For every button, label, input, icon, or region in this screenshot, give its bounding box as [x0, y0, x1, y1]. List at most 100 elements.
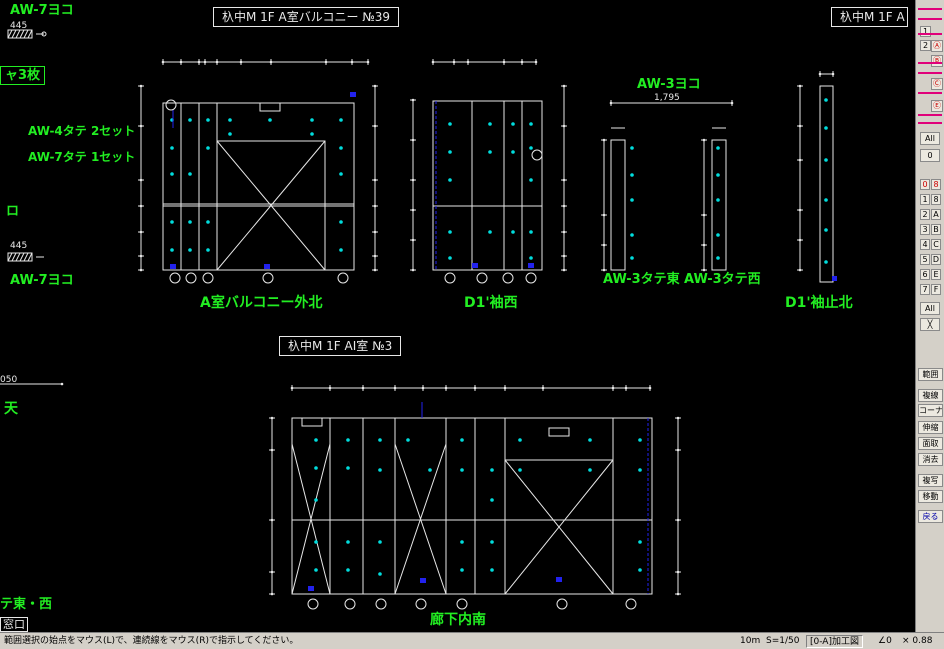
toolbar-layer-e[interactable]: E: [931, 269, 941, 280]
dimension-tick: [139, 178, 143, 182]
dimension-tick: [466, 60, 470, 64]
toolbar-btn-double-line[interactable]: 複線: [918, 389, 943, 402]
grid-marker-circle: [375, 598, 387, 610]
toolbar-layer-f[interactable]: F: [931, 284, 941, 295]
label-aw7tate: AW-7タテ 1セット: [28, 150, 136, 164]
label-aw7yoko-top: AW-7ヨコ: [10, 3, 74, 18]
anchor-point: [518, 468, 522, 472]
toolbar-layer-4[interactable]: 4: [920, 239, 930, 250]
anchor-point: [630, 256, 634, 260]
toolbar-layer-a[interactable]: A: [931, 209, 941, 220]
dimension-tick: [270, 570, 274, 574]
hatch: [7, 29, 13, 39]
dimension-tick: [648, 386, 652, 390]
dimension-tick: [324, 60, 328, 64]
caption-aw3-west: AW-3タテ西: [684, 272, 761, 287]
anchor-point: [448, 150, 452, 154]
anchor-point: [529, 178, 533, 182]
toolbar-separator: [918, 92, 942, 94]
dimension-tick: [676, 570, 680, 574]
dimension-tick: [473, 386, 477, 390]
toolbar-btn-zero[interactable]: 0: [920, 149, 940, 162]
dimension-tick: [562, 124, 566, 128]
label-aw4tate: AW-4タテ 2セット: [28, 124, 136, 138]
anchor-point: [488, 150, 492, 154]
toolbar-btn-range[interactable]: 範囲: [918, 368, 943, 381]
anchor-point: [206, 248, 210, 252]
toolbar-btn-circle-e[interactable]: Ⓔ: [931, 100, 943, 112]
title-right-sheet: 杁中M 1F A: [831, 7, 908, 27]
toolbar-btn-circle-c[interactable]: Ⓒ: [931, 78, 943, 90]
dimension-tick: [411, 268, 415, 272]
dimension-tick: [602, 268, 606, 272]
toolbar-btn-copy[interactable]: 複写: [918, 474, 943, 487]
toolbar-btn-move[interactable]: 移動: [918, 490, 943, 503]
toolbar-layer-2[interactable]: 2: [920, 209, 930, 220]
toolbar-btn-corner[interactable]: コーナー: [918, 404, 943, 417]
dimension-tick: [328, 386, 332, 390]
grid-marker-circle: [444, 272, 456, 284]
dimension-tick: [411, 178, 415, 182]
status-scale: S=1/50: [766, 636, 800, 646]
grid-marker-circle: [262, 272, 274, 284]
anchor-point: [630, 146, 634, 150]
toolbar-btn-close-layers[interactable]: ╳: [920, 318, 940, 331]
dimension-tick: [393, 386, 397, 390]
toolbar-btn-circle-b[interactable]: Ⓑ: [931, 55, 943, 67]
dimension-tick: [831, 72, 835, 76]
toolbar-layer-8b[interactable]: 8: [931, 194, 941, 205]
caption-corridor-south: 廊下内南: [430, 612, 486, 628]
toolbar-layer-6[interactable]: 6: [920, 269, 930, 280]
toolbar-layer-7[interactable]: 7: [920, 284, 930, 295]
blue-anchor: [556, 577, 562, 582]
anchor-point: [518, 438, 522, 442]
anchor-point: [716, 233, 720, 237]
anchor-point: [406, 438, 410, 442]
toolbar-btn-all-layers[interactable]: All: [920, 302, 940, 315]
anchor-point: [314, 568, 318, 572]
hatch: [27, 252, 33, 262]
dimension-tick: [350, 60, 354, 64]
toolbar-btn-all-top[interactable]: All: [920, 132, 940, 145]
toolbar-layer-0[interactable]: 0: [920, 179, 930, 190]
dimension-tick: [702, 243, 706, 247]
status-layer[interactable]: [0-A]加工図: [806, 635, 863, 648]
anchor-point: [188, 248, 192, 252]
toolbar-layer-b[interactable]: B: [931, 224, 941, 235]
toolbar-btn-2[interactable]: 2: [920, 40, 931, 51]
caption-d1-north: D1'袖止北: [785, 295, 853, 311]
toolbar-layer-1[interactable]: 1: [920, 194, 930, 205]
toolbar-layer-c[interactable]: C: [931, 239, 941, 250]
dimension-tick: [562, 84, 566, 88]
blue-anchor: [350, 92, 356, 97]
grid-marker-circle: [531, 149, 543, 161]
anchor-point: [490, 468, 494, 472]
anchor-point: [268, 118, 272, 122]
toolbar-layer-5[interactable]: 5: [920, 254, 930, 265]
toolbar-btn-1[interactable]: 1: [920, 26, 931, 37]
anchor-point: [206, 220, 210, 224]
dimension-tick: [503, 386, 507, 390]
toolbar-btn-stretch[interactable]: 伸縮: [918, 421, 943, 434]
toolbar-btn-erase[interactable]: 消去: [918, 453, 943, 466]
toolbar-layer-8[interactable]: 8: [931, 179, 941, 190]
dimension-tick: [270, 518, 274, 522]
label-ma-kuchi: 窓口: [0, 617, 28, 632]
cad-drawing-canvas[interactable]: AW-7ヨコ 445 ャ3枚 AW-4タテ 2セット AW-7タテ 1セット ロ…: [0, 0, 915, 632]
toolbar-layer-3[interactable]: 3: [920, 224, 930, 235]
toolbar-separator: [918, 122, 942, 124]
blue-anchor: [420, 578, 426, 583]
anchor-point: [346, 466, 350, 470]
grid-marker-circle: [344, 598, 356, 610]
dim-050: 050: [0, 375, 18, 385]
dimension-tick: [421, 386, 425, 390]
blue-anchor: [170, 264, 176, 269]
anchor-point: [588, 438, 592, 442]
anchor-point: [310, 118, 314, 122]
toolbar-btn-circle-a[interactable]: Ⓐ: [931, 40, 943, 52]
hatch: [27, 29, 33, 39]
toolbar-btn-undo[interactable]: 戻る: [918, 510, 943, 523]
label-aw3yoko: AW-3ヨコ: [637, 77, 701, 92]
toolbar-btn-chamfer[interactable]: 面取: [918, 437, 943, 450]
toolbar-layer-d[interactable]: D: [931, 254, 941, 265]
